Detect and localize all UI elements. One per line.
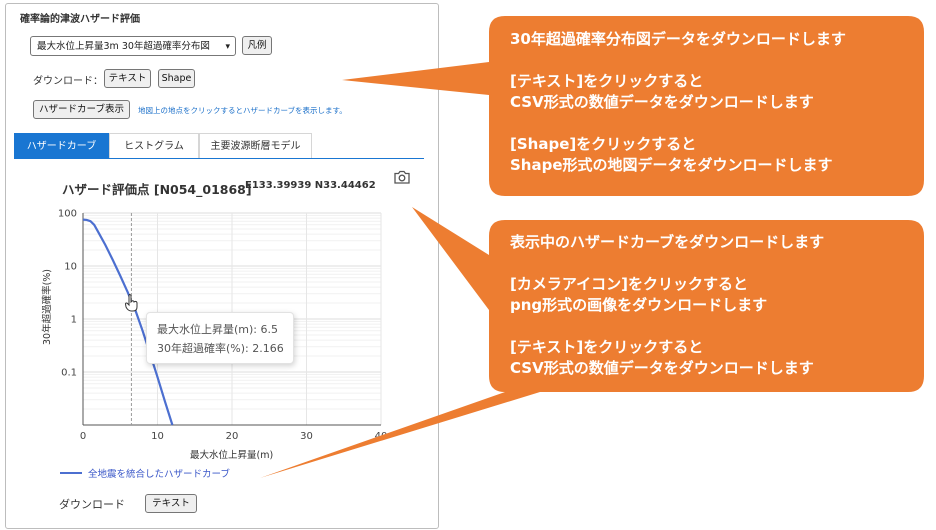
- callout-2-line-2: [510, 253, 824, 274]
- callout-1-line-5: [510, 113, 846, 134]
- callout-2-line-6: [テキスト]をクリックすると: [510, 338, 704, 356]
- callout-1-line-4: CSV形式の数値データをダウンロードします: [510, 93, 814, 111]
- callout-1-line-6: [Shape]をクリックすると: [510, 135, 697, 153]
- callout-2-line-1: 表示中のハザードカーブをダウンロードします: [510, 233, 825, 251]
- callout-1-line-1: 30年超過確率分布図データをダウンロードします: [510, 30, 846, 48]
- callout-1-text: 30年超過確率分布図データをダウンロードします [テキスト]をクリックすると C…: [510, 29, 846, 176]
- callout-1-line-3: [テキスト]をクリックすると: [510, 72, 704, 90]
- callout-1-line-7: Shape形式の地図データをダウンロードします: [510, 156, 833, 174]
- callout-1-line-2: [510, 50, 846, 71]
- callout-2-line-4: png形式の画像をダウンロードします: [510, 296, 768, 314]
- callout-2-line-7: CSV形式の数値データをダウンロードします: [510, 359, 814, 377]
- callout-2-line-5: [510, 316, 824, 337]
- callout-2-line-3: [カメラアイコン]をクリックすると: [510, 275, 748, 293]
- callout-2-text: 表示中のハザードカーブをダウンロードします [カメラアイコン]をクリックすると …: [510, 232, 824, 379]
